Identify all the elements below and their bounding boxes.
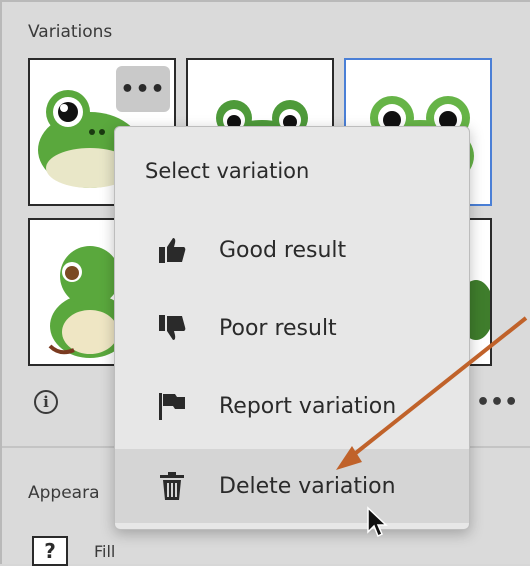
info-icon[interactable]: i xyxy=(34,390,58,414)
menu-item-label: Poor result xyxy=(219,315,337,341)
trash-icon xyxy=(160,472,184,500)
thumbs-up-icon xyxy=(159,238,186,263)
menu-item-label: Delete variation xyxy=(219,473,396,499)
flag-icon xyxy=(159,393,185,420)
appearance-label: Appeara xyxy=(28,483,100,503)
fill-swatch[interactable]: ? xyxy=(32,536,68,566)
menu-item-label: Report variation xyxy=(219,393,397,419)
thumbs-down-icon xyxy=(159,315,186,340)
variations-title: Variations xyxy=(28,22,113,42)
more-options-button[interactable]: ••• xyxy=(116,66,170,112)
menu-item-poor-result[interactable]: Poor result xyxy=(115,291,469,365)
menu-item-good-result[interactable]: Good result xyxy=(115,213,469,287)
menu-item-label: Good result xyxy=(219,237,347,263)
context-menu: Select variation Good result Poor result… xyxy=(114,126,470,530)
fill-label: Fill xyxy=(94,542,116,561)
menu-item-delete-variation[interactable]: Delete variation xyxy=(115,449,469,523)
menu-title: Select variation xyxy=(145,159,310,183)
cursor-icon xyxy=(367,506,388,538)
menu-item-report-variation[interactable]: Report variation xyxy=(115,369,469,443)
more-icon[interactable]: ••• xyxy=(476,390,518,415)
